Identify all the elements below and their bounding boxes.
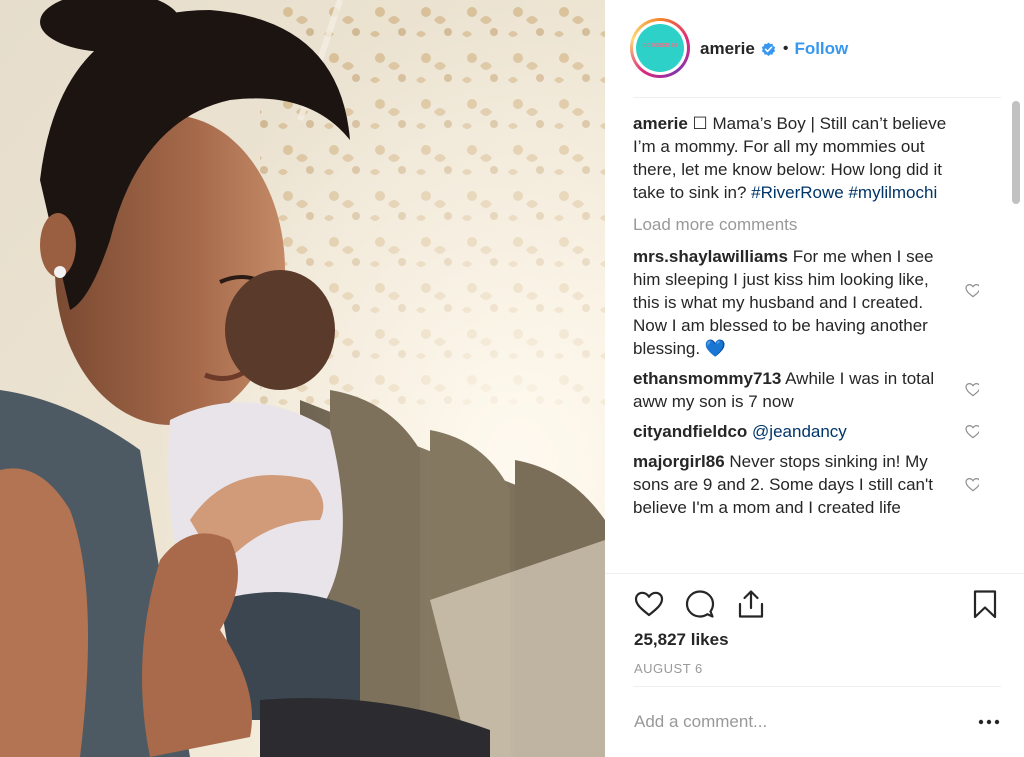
comments-list[interactable]: amerie ☐ Mama’s Boy | Still can’t believ…	[633, 112, 979, 562]
post-actions: 25,827 likes AUGUST 6	[605, 573, 1024, 685]
avatar-ring-gap: OCTOBER 18	[633, 21, 687, 75]
add-comment-input[interactable]	[634, 707, 934, 737]
post-header: OCTOBER 18 amerie • Follow	[605, 0, 1024, 97]
post-date[interactable]: AUGUST 6	[634, 661, 703, 676]
heart-icon[interactable]	[633, 588, 665, 620]
comment-username[interactable]: ethansmommy713	[633, 369, 781, 388]
comment-username[interactable]: mrs.shaylawilliams	[633, 247, 788, 266]
comment-item: mrs.shaylawilliams For me when I see him…	[633, 245, 979, 360]
comment-like-heart-icon[interactable]	[965, 283, 979, 298]
comment-like-heart-icon[interactable]	[965, 382, 979, 397]
comment-like-heart-icon[interactable]	[965, 424, 979, 439]
comment-username[interactable]: majorgirl86	[633, 452, 725, 471]
hashtag-link[interactable]: #mylilmochi	[848, 183, 937, 202]
mention-link[interactable]: @jeandancy	[752, 422, 847, 441]
header-username[interactable]: amerie	[700, 39, 755, 59]
follow-button[interactable]: Follow	[794, 39, 848, 59]
post-panel: OCTOBER 18 amerie • Follow amerie ☐ Mama…	[605, 0, 1024, 757]
caption: amerie ☐ Mama’s Boy | Still can’t believ…	[633, 112, 979, 204]
comment-icon[interactable]	[684, 588, 716, 620]
header-divider	[633, 97, 1001, 98]
header-user-line: amerie • Follow	[700, 38, 848, 60]
header-separator-dot: •	[782, 40, 789, 57]
post-image	[0, 0, 605, 757]
avatar-story-ring[interactable]: OCTOBER 18	[630, 18, 690, 78]
load-more-comments-button[interactable]: Load more comments	[633, 213, 979, 236]
comment-like-heart-icon[interactable]	[965, 477, 979, 492]
share-icon[interactable]	[735, 588, 767, 620]
comments-scrollbar[interactable]	[1012, 101, 1020, 204]
comment-item: majorgirl86 Never stops sinking in! My s…	[633, 450, 979, 519]
likes-count[interactable]: 25,827 likes	[634, 630, 729, 650]
comment-username[interactable]: cityandfieldco	[633, 422, 747, 441]
bookmark-icon[interactable]	[969, 588, 1001, 620]
more-options-icon[interactable]	[977, 711, 1001, 733]
add-comment-bar	[633, 686, 1001, 757]
caption-username[interactable]: amerie	[633, 114, 688, 133]
comment-item: cityandfieldco @jeandancy	[633, 420, 979, 443]
avatar[interactable]: OCTOBER 18	[636, 24, 684, 72]
post-photo[interactable]	[0, 0, 605, 757]
verified-badge-icon	[761, 41, 775, 56]
hashtag-link[interactable]: #RiverRowe	[751, 183, 844, 202]
avatar-logo-text: OCTOBER 18	[642, 43, 678, 49]
comment-item: ethansmommy713 Awhile I was in total aww…	[633, 367, 979, 413]
